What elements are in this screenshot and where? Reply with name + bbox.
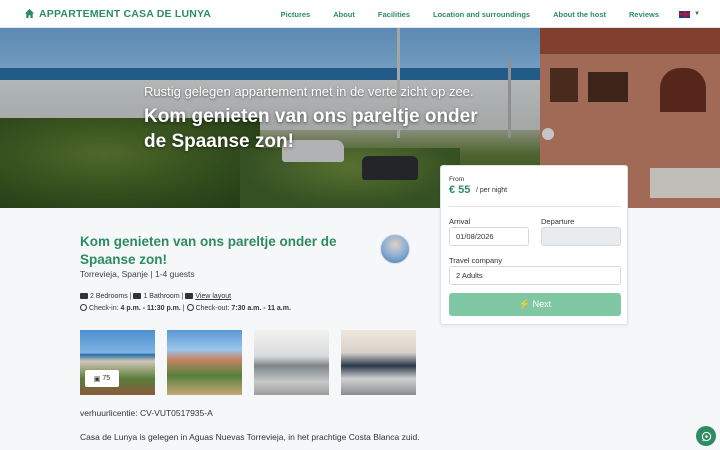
price-from-label: From [449, 176, 465, 183]
photo-thumbnail[interactable] [254, 330, 329, 395]
times-row: Check-in: 4 p.m. - 11:30 p.m. | Check-ou… [80, 303, 291, 315]
photo-count: 75 [102, 375, 111, 382]
hero-subtitle: Rustig gelegen appartement met in de ver… [144, 84, 474, 99]
uk-flag-icon [679, 10, 691, 18]
nav-pictures[interactable]: Pictures [281, 10, 311, 19]
bath-icon [133, 293, 142, 299]
chevron-down-icon: ▼ [694, 11, 700, 17]
hero-title: Kom genieten van ons pareltje onder de S… [144, 106, 478, 152]
travel-company-label: Travel company [449, 256, 503, 265]
bedrooms-text: 2 Bedrooms [90, 293, 128, 300]
photo-thumbnail[interactable] [341, 330, 416, 395]
rental-license: verhuurlicentie: CV-VUT0517935-A [80, 408, 213, 418]
travel-company-select[interactable]: 2 Adults [449, 266, 621, 285]
clock-icon [186, 303, 194, 311]
home-icon [24, 8, 35, 19]
checkin-value: 4 p.m. - 11:30 p.m. [120, 304, 181, 312]
booking-card: From € 55 / per night Arrival 01/08/2026… [440, 165, 628, 325]
images-icon: ▣ [93, 375, 101, 383]
photo-thumbnail[interactable] [167, 330, 242, 395]
next-button-label: Next [532, 299, 552, 309]
whatsapp-button[interactable] [696, 426, 716, 446]
booking-divider [449, 206, 621, 207]
nav-about[interactable]: About [333, 10, 355, 19]
departure-input[interactable] [541, 227, 621, 246]
brand-name: APPARTEMENT CASA DE LUNYA [39, 7, 212, 20]
property-location: Torrevieja, Spanje | 1-4 guests [80, 269, 195, 279]
price-value: € 55 [449, 184, 471, 196]
nav-about-host[interactable]: About the host [553, 10, 606, 19]
property-facts: 2 Bedrooms | 1 Bathroom | View layout Ch… [80, 291, 291, 314]
layout-icon [185, 293, 194, 299]
arrival-input[interactable]: 01/08/2026 [449, 227, 529, 246]
property-title: Kom genieten van ons pareltje onder de S… [80, 234, 337, 267]
view-layout-link[interactable]: View layout [195, 293, 231, 300]
price-per-night: / per night [476, 187, 508, 194]
clock-icon [80, 303, 87, 311]
nav-reviews[interactable]: Reviews [629, 10, 659, 19]
language-selector[interactable]: ▼ [679, 10, 700, 18]
arrival-label: Arrival [449, 217, 471, 226]
whatsapp-icon [701, 431, 711, 441]
property-description: Casa de Lunya is gelegen in Aguas Nuevas… [80, 432, 420, 442]
photo-gallery: ▣ 75 [80, 330, 416, 395]
host-avatar[interactable] [380, 234, 410, 264]
top-navbar: APPARTEMENT CASA DE LUNYA Pictures About… [0, 0, 720, 28]
checkout-value: 7:30 a.m. - 11 a.m. [231, 304, 291, 312]
photo-thumbnail[interactable]: ▣ 75 [80, 330, 155, 395]
bolt-icon: ⚡ [518, 299, 531, 309]
brand-link[interactable]: APPARTEMENT CASA DE LUNYA [24, 8, 211, 20]
bed-icon [80, 293, 88, 299]
checkin-label: Check-in: [89, 304, 119, 312]
nav-location[interactable]: Location and surroundings [433, 10, 530, 19]
checkout-label: Check-out: [195, 304, 230, 312]
photo-count-badge[interactable]: ▣ 75 [85, 370, 119, 387]
bathroom-text: 1 Bathroom [143, 293, 180, 300]
departure-label: Departure [541, 217, 575, 226]
next-button[interactable]: ⚡ Next [449, 293, 621, 316]
nav-links: Pictures About Facilities Location and s… [258, 0, 700, 28]
nav-facilities[interactable]: Facilities [378, 10, 410, 19]
rooms-row: 2 Bedrooms | 1 Bathroom | View layout [80, 291, 291, 303]
